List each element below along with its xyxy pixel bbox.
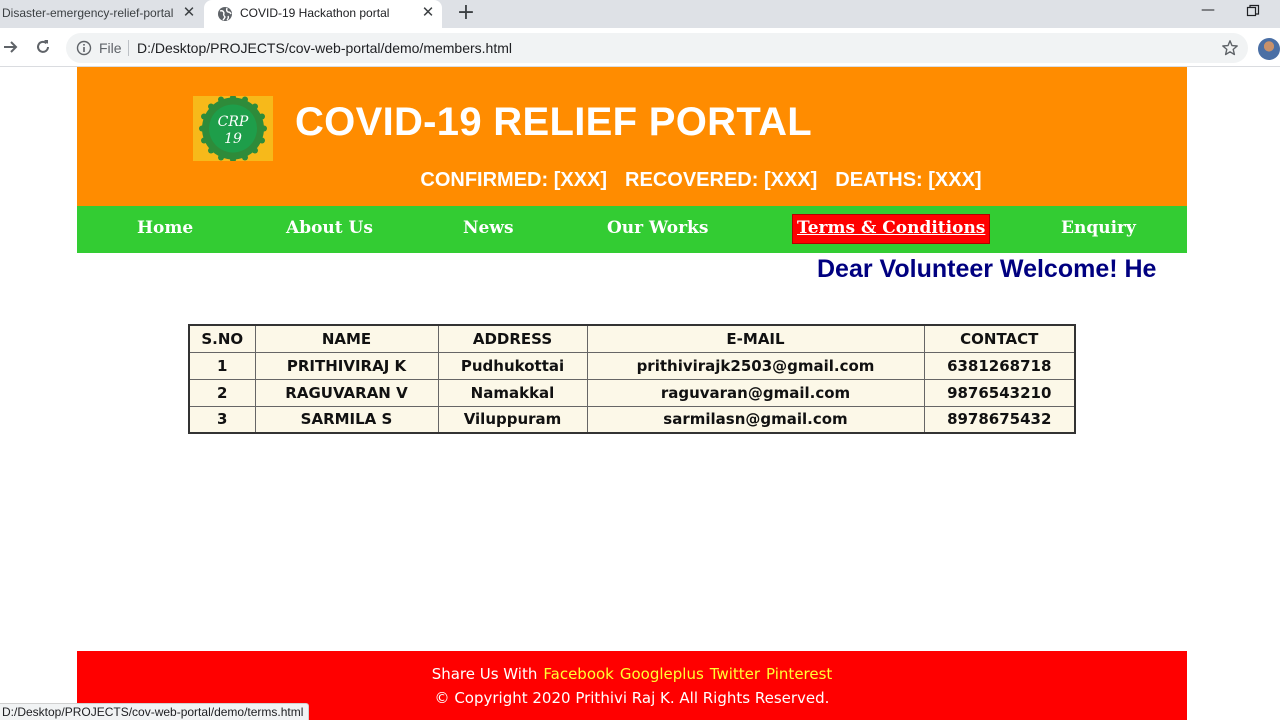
pinterest-link[interactable]: Pinterest (766, 665, 832, 683)
case-stats: CONFIRMED: [XXX] RECOVERED: [XXX] DEATHS: … (77, 169, 1077, 192)
nav-our-works[interactable]: Our Works (607, 218, 708, 238)
bookmark-star-icon[interactable] (1221, 39, 1239, 57)
cell-contact: 6381268718 (923, 351, 1076, 380)
col-header-address: ADDRESS (437, 324, 588, 353)
cell-name: SARMILA S (254, 405, 439, 434)
main-nav: Home About Us News Our Works Terms & Con… (77, 206, 1187, 253)
minimize-button[interactable]: — (1200, 2, 1216, 20)
reload-icon[interactable] (34, 38, 52, 56)
cell-contact: 8978675432 (923, 405, 1076, 434)
col-header-email: E-MAIL (586, 324, 925, 353)
cell-contact: 9876543210 (923, 378, 1076, 407)
tab-covid-hackathon[interactable]: COVID-19 Hackathon portal ✕ (204, 0, 442, 28)
welcome-marquee: Dear Volunteer Welcome! He (77, 255, 1187, 285)
share-prefix: Share Us With (431, 665, 538, 683)
cell-sno: 3 (188, 405, 256, 434)
scheme-label: File (99, 40, 122, 56)
confirmed-count: CONFIRMED: [XXX] (420, 169, 608, 191)
new-tab-button[interactable]: + (455, 2, 477, 24)
facebook-link[interactable]: Facebook (543, 665, 613, 683)
table-header-row: S.NO NAME ADDRESS E-MAIL CONTACT (188, 324, 1076, 353)
site-title: COVID-19 RELIEF PORTAL (295, 100, 813, 144)
cell-name: PRITHIVIRAJ K (254, 351, 439, 380)
cell-name: RAGUVARAN V (254, 378, 439, 407)
browser-toolbar: File D:/Desktop/PROJECTS/cov-web-portal/… (0, 28, 1280, 67)
restore-window-icon[interactable] (1246, 4, 1260, 18)
profile-avatar[interactable] (1258, 38, 1280, 60)
info-icon[interactable] (76, 40, 92, 56)
logo-text-crp: CRP (218, 114, 249, 130)
address-bar[interactable]: File D:/Desktop/PROJECTS/cov-web-portal/… (66, 33, 1248, 63)
googleplus-link[interactable]: Googleplus (620, 665, 704, 683)
cell-sno: 2 (188, 378, 256, 407)
nav-about-us[interactable]: About Us (286, 218, 373, 238)
recovered-count: RECOVERED: [XXX] (625, 169, 818, 191)
crp19-logo: CRP 19 (193, 96, 273, 161)
tab-disaster-portal[interactable]: Disaster-emergency-relief-portal ✕ (0, 0, 203, 28)
twitter-link[interactable]: Twitter (710, 665, 760, 683)
cell-address: Viluppuram (437, 405, 588, 434)
col-header-contact: CONTACT (923, 324, 1076, 353)
table-row: 1 PRITHIVIRAJ K Pudhukottai prithivirajk… (188, 351, 1076, 380)
tab-title: Disaster-emergency-relief-portal (2, 6, 174, 20)
nav-enquiry[interactable]: Enquiry (1061, 218, 1136, 238)
cell-address: Pudhukottai (437, 351, 588, 380)
cell-address: Namakkal (437, 378, 588, 407)
share-line: Share Us With Facebook Googleplus Twitter Pi… (77, 665, 1187, 683)
browser-tabstrip: Disaster-emergency-relief-portal ✕ COVID… (0, 0, 1280, 28)
globe-icon (218, 7, 232, 21)
cell-email: raguvaran@gmail.com (586, 378, 925, 407)
url-text[interactable]: D:/Desktop/PROJECTS/cov-web-portal/demo/… (137, 40, 512, 56)
members-table: S.NO NAME ADDRESS E-MAIL CONTACT 1 PRITH… (188, 324, 1076, 434)
table-row: 3 SARMILA S Viluppuram sarmilasn@gmail.c… (188, 405, 1076, 434)
nav-news[interactable]: News (463, 218, 514, 238)
web-page: CRP 19 COVID-19 RELIEF PORTAL CONFIRMED:… (0, 67, 1280, 720)
table-row: 2 RAGUVARAN V Namakkal raguvaran@gmail.c… (188, 378, 1076, 407)
omnibox-divider (128, 40, 129, 56)
forward-arrow-icon[interactable] (2, 38, 20, 56)
cell-email: sarmilasn@gmail.com (586, 405, 925, 434)
deaths-count: DEATHS: [XXX] (835, 169, 982, 191)
tab-title: COVID-19 Hackathon portal (240, 6, 390, 20)
nav-home[interactable]: Home (137, 218, 193, 238)
nav-terms-conditions[interactable]: Terms & Conditions (792, 214, 991, 244)
site-header: CRP 19 COVID-19 RELIEF PORTAL CONFIRMED:… (77, 67, 1187, 206)
col-header-sno: S.NO (188, 324, 256, 353)
close-icon[interactable]: ✕ (420, 4, 436, 22)
cell-sno: 1 (188, 351, 256, 380)
close-icon[interactable]: ✕ (181, 4, 197, 22)
link-status-bubble: D:/Desktop/PROJECTS/cov-web-portal/demo/… (0, 703, 310, 720)
cell-email: prithivirajk2503@gmail.com (586, 351, 925, 380)
col-header-name: NAME (254, 324, 439, 353)
marquee-text: Dear Volunteer Welcome! He (817, 255, 1157, 283)
logo-text-19: 19 (224, 131, 242, 147)
